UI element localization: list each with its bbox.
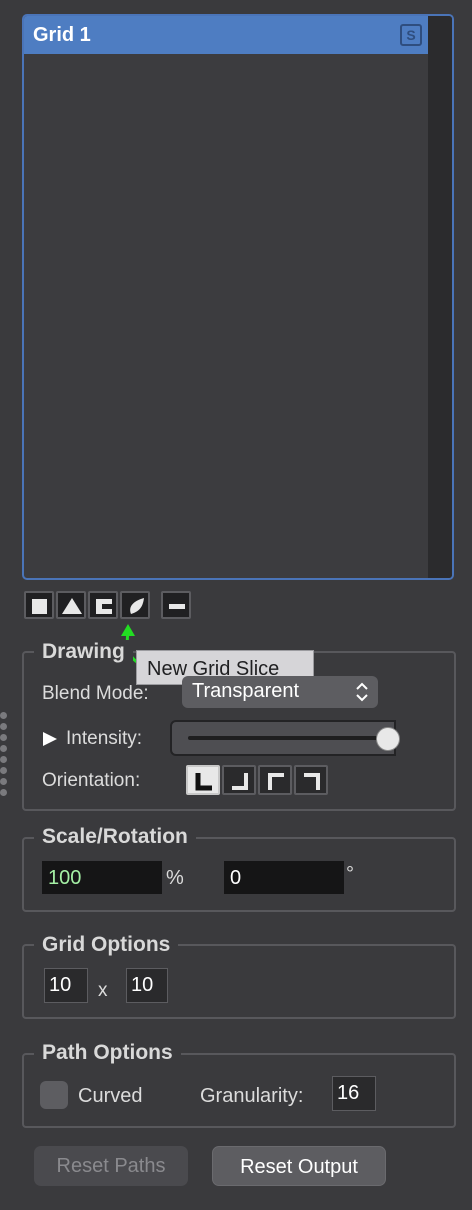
bracket-icon — [96, 599, 112, 614]
slice-name: Grid 1 — [33, 24, 91, 46]
new-grid-slice-button[interactable] — [120, 591, 150, 619]
corner-top-left-icon — [268, 773, 284, 790]
corner-bottom-left-icon — [195, 773, 212, 791]
corner-top-right-icon — [304, 773, 320, 790]
rotation-input[interactable]: 0 — [224, 861, 344, 894]
curved-checkbox[interactable] — [40, 1081, 68, 1109]
granularity-input[interactable]: 16 — [332, 1076, 376, 1111]
new-triangle-slice-button[interactable] — [56, 591, 86, 619]
orientation-bottom-right-button[interactable] — [222, 765, 256, 795]
updown-chevron-icon — [356, 682, 368, 702]
warp-icon — [130, 598, 144, 614]
slice-row[interactable]: Grid 1 S — [24, 16, 428, 54]
orientation-bottom-left-button[interactable] — [186, 765, 220, 795]
grid-columns-input[interactable]: 10 — [44, 968, 88, 1003]
slider-thumb[interactable] — [376, 727, 400, 751]
corner-bottom-right-icon — [232, 773, 248, 790]
intensity-slider[interactable] — [170, 720, 400, 756]
scale-rotation-title: Scale/Rotation — [34, 825, 196, 849]
reset-output-button[interactable]: Reset Output — [212, 1146, 386, 1186]
scale-input[interactable]: 100 — [42, 861, 162, 894]
grid-separator: x — [98, 980, 108, 1001]
path-options-title: Path Options — [34, 1041, 181, 1065]
granularity-label: Granularity: — [200, 1085, 304, 1107]
grid-rows-input[interactable]: 10 — [126, 968, 168, 1003]
intensity-label: Intensity: — [66, 728, 143, 749]
minus-icon — [169, 604, 185, 609]
drawing-group-title: Drawing — [34, 640, 133, 664]
orientation-top-right-button[interactable] — [294, 765, 328, 795]
orientation-top-left-button[interactable] — [258, 765, 292, 795]
blend-mode-select[interactable]: Transparent — [182, 676, 378, 708]
slider-track — [188, 736, 384, 740]
square-icon — [32, 599, 47, 614]
resize-handle[interactable] — [0, 712, 7, 800]
solo-badge[interactable]: S — [400, 24, 422, 46]
new-mask-slice-button[interactable] — [88, 591, 118, 619]
blend-mode-label: Blend Mode: — [42, 683, 149, 704]
new-rect-slice-button[interactable] — [24, 591, 54, 619]
orientation-label: Orientation: — [42, 770, 141, 791]
curved-label: Curved — [78, 1085, 143, 1107]
slice-list[interactable]: Grid 1 S — [22, 14, 454, 580]
disclosure-triangle-icon[interactable] — [42, 730, 58, 748]
scale-unit: % — [166, 867, 184, 889]
grid-options-title: Grid Options — [34, 933, 179, 957]
triangle-icon — [62, 598, 82, 614]
remove-slice-button[interactable] — [161, 591, 191, 619]
blend-mode-value: Transparent — [192, 680, 300, 702]
reset-paths-button[interactable]: Reset Paths — [34, 1146, 188, 1186]
rotation-unit: ° — [346, 863, 354, 885]
slice-list-scrollbar[interactable] — [428, 16, 452, 578]
